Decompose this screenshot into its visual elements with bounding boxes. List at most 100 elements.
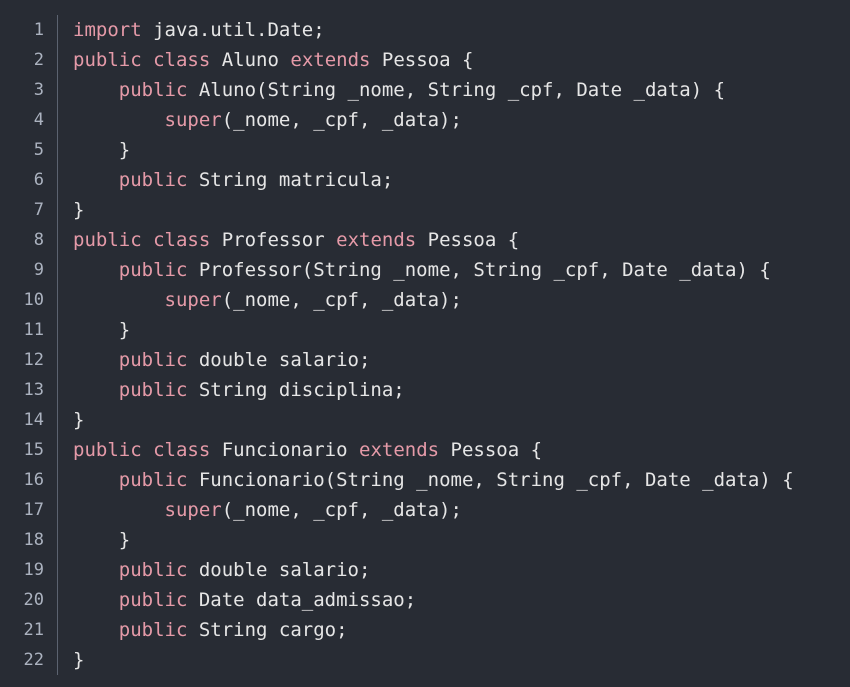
line-number: 1 [33,20,44,40]
keyword-token: super [164,499,222,521]
code-line[interactable]: 11 } [0,315,794,345]
line-number: 11 [23,320,44,340]
code-token: Pessoa { [416,229,520,251]
code-line[interactable]: 21 public String cargo; [0,615,794,645]
code-token: String matricula; [187,169,394,191]
code-line[interactable]: 5 } [0,135,794,165]
code-text: } [73,529,130,551]
line-number: 16 [23,470,44,490]
code-line[interactable]: 13 public String disciplina; [0,375,794,405]
code-line[interactable]: 14} [0,405,794,435]
code-line[interactable]: 7} [0,195,794,225]
code-line[interactable]: 1 import java.util.Date; [0,15,794,45]
line-number: 7 [33,200,44,220]
code-text: public class Professor extends Pessoa { [73,229,519,251]
code-line[interactable]: 8 public class Professor extends Pessoa { [0,225,794,255]
keyword-token: public [73,439,142,461]
code-text: super(_nome, _cpf, _data); [73,499,462,521]
line-number: 12 [23,350,44,370]
line-number: 14 [23,410,44,430]
code-line[interactable]: 9 public Professor(String _nome, String … [0,255,794,285]
code-token: java.util.Date; [141,19,325,41]
line-number: 9 [33,260,44,280]
code-line[interactable]: 20 public Date data_admissao; [0,585,794,615]
line-number: 19 [23,560,44,580]
code-token: } [118,319,131,341]
line-number: 4 [33,110,44,130]
line-number: 5 [33,140,44,160]
code-token: Date data_admissao; [187,589,417,611]
keyword-token: extends [359,439,440,461]
code-text: super(_nome, _cpf, _data); [73,289,462,311]
line-number: 20 [23,590,44,610]
code-text: public String cargo; [73,619,348,641]
code-text: public Aluno(String _nome, String _cpf, … [73,79,725,101]
code-line[interactable]: 16 public Funcionario(String _nome, Stri… [0,465,794,495]
code-token: Funcionario [210,439,360,461]
code-line[interactable]: 3 public Aluno(String _nome, String _cpf… [0,75,794,105]
code-text: public Professor(String _nome, String _c… [73,259,771,281]
code-line[interactable]: 4 super(_nome, _cpf, _data); [0,105,794,135]
code-token: double salario; [187,349,371,371]
code-line[interactable]: 19 public double salario; [0,555,794,585]
code-line[interactable]: 12 public double salario; [0,345,794,375]
code-line[interactable]: 10 super(_nome, _cpf, _data); [0,285,794,315]
keyword-token: public [118,619,188,641]
code-line[interactable]: 18 } [0,525,794,555]
code-token: (_nome, _cpf, _data); [221,289,462,311]
code-token: Funcionario(String _nome, String _cpf, D… [187,469,794,491]
code-token: Pessoa { [439,439,543,461]
keyword-token: super [164,109,222,131]
line-number: 13 [23,380,44,400]
code-editor[interactable]: 1 import java.util.Date; 2 public class Alu… [0,0,850,687]
keyword-token: public [118,169,188,191]
keyword-token: extends [336,229,417,251]
line-number: 21 [23,620,44,640]
code-lines: 1 import java.util.Date; 2 public class Alu… [0,15,794,675]
code-text: public String matricula; [73,169,394,191]
keyword-token: public [118,559,188,581]
code-line[interactable]: 2 public class Aluno extends Pessoa { [0,45,794,75]
code-token: String cargo; [187,619,348,641]
code-token: } [118,529,131,551]
keyword-token: extends [290,49,371,71]
code-token: } [73,199,85,221]
code-token: Professor(String _nome, String _cpf, Dat… [187,259,771,281]
line-number: 10 [23,290,44,310]
code-line[interactable]: 17 super(_nome, _cpf, _data); [0,495,794,525]
code-text: public double salario; [73,559,371,581]
code-line[interactable]: 6 public String matricula; [0,165,794,195]
code-line[interactable]: 22} [0,645,794,675]
code-token: Professor [210,229,337,251]
code-line[interactable]: 15 public class Funcionario extends Pesso… [0,435,794,465]
code-text: } [73,139,130,161]
code-text: public Funcionario(String _nome, String … [73,469,794,491]
code-text: public double salario; [73,349,371,371]
keyword-token: public [118,469,188,491]
code-text: import java.util.Date; [73,19,325,41]
line-number: 18 [23,530,44,550]
keyword-token: class [153,229,211,251]
keyword-token: public [118,259,188,281]
code-token: Aluno(String _nome, String _cpf, Date _d… [187,79,726,101]
code-text: public Date data_admissao; [73,589,416,611]
keyword-token: public [73,229,142,251]
code-token: } [118,139,131,161]
code-token: (_nome, _cpf, _data); [221,109,462,131]
code-text: public class Aluno extends Pessoa { [73,49,473,71]
keyword-token: class [153,49,211,71]
